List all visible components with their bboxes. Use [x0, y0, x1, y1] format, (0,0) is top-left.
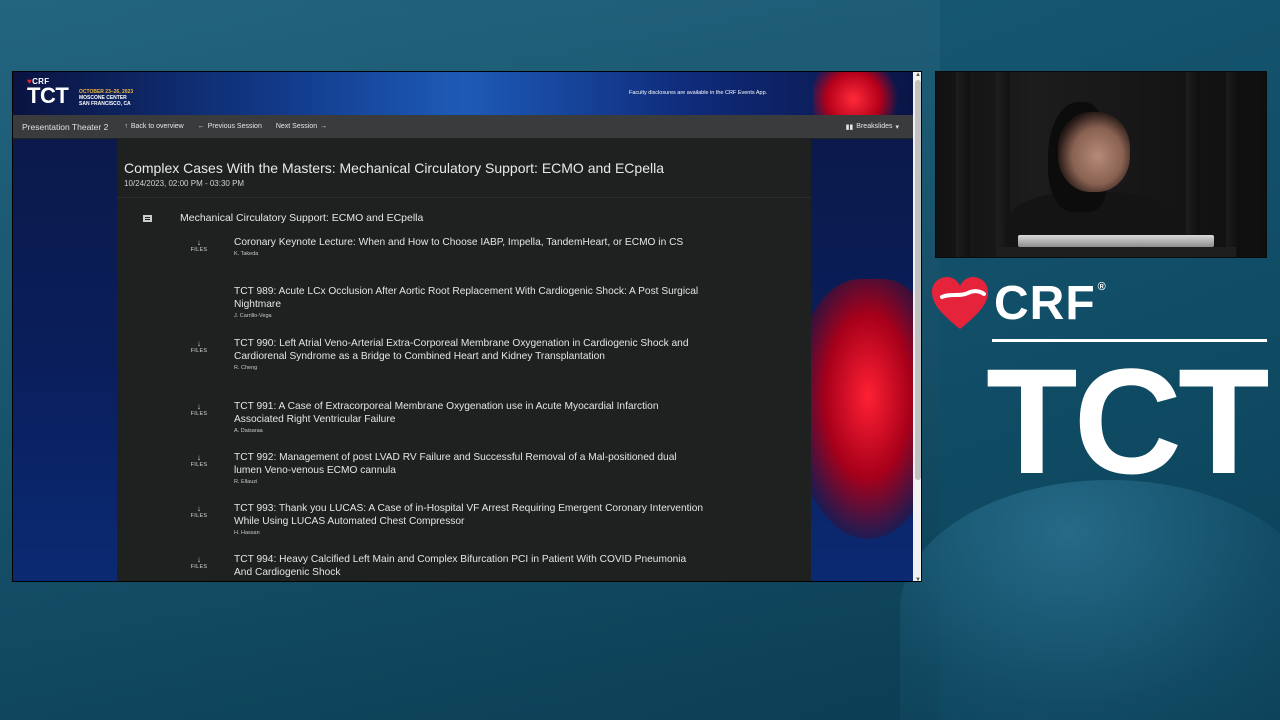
screen-share-window: ♥CRF TCT OCTOBER 23–26, 2023 MOSCONE CEN…: [12, 71, 922, 582]
theatre-name[interactable]: Presentation Theater 2: [13, 122, 117, 132]
download-arrow-icon: ↓: [196, 555, 202, 564]
download-arrow-icon: ↓: [196, 238, 202, 247]
arrow-left-icon: ←: [197, 123, 205, 130]
banner-tct-label: TCT: [27, 83, 69, 108]
anatomical-heart-graphic: [793, 279, 913, 539]
session-title: Complex Cases With the Masters: Mechanic…: [124, 160, 664, 176]
talk-title[interactable]: TCT 993: Thank you LUCAS: A Case of in-H…: [234, 502, 704, 528]
talk-author: K. Takeda: [234, 251, 259, 257]
banner-event-info: OCTOBER 23–26, 2023 MOSCONE CENTER SAN F…: [79, 89, 133, 107]
next-session-label: Next Session: [275, 123, 318, 130]
files-download[interactable]: ↓ FILES: [187, 555, 211, 570]
download-arrow-icon: ↓: [196, 339, 202, 348]
crf-logo: CRF ®: [930, 275, 1106, 331]
download-arrow-icon: ↓: [196, 402, 202, 411]
session-content-area: Complex Cases With the Masters: Mechanic…: [13, 139, 913, 581]
talk-title[interactable]: TCT 991: A Case of Extracorporeal Membra…: [234, 400, 704, 426]
talk-author: R. Ellauzi: [234, 479, 258, 485]
talk-title[interactable]: TCT 990: Left Atrial Veno-Arterial Extra…: [234, 337, 704, 363]
talk-author: A. Daisaraa: [234, 428, 263, 434]
speaker-face: [1058, 112, 1130, 192]
scroll-down-icon[interactable]: ▼: [913, 577, 921, 581]
next-session-link[interactable]: Next Session →: [269, 123, 334, 130]
crf-wordmark: CRF: [994, 276, 1096, 330]
talk-item[interactable]: ↓ FILES TCT 994: Heavy Calcified Left Mai…: [187, 553, 787, 579]
faculty-disclosure-notice: Faculty disclosures are available in the…: [629, 90, 768, 96]
podium: [996, 247, 1236, 257]
talk-item[interactable]: ↓ FILES TCT 992: Management of post LVAD …: [187, 451, 787, 485]
talk-title[interactable]: TCT 992: Management of post LVAD RV Fail…: [234, 451, 704, 477]
registered-mark: ®: [1097, 281, 1106, 293]
session-navbar: Presentation Theater 2 ↑ Back to overvie…: [13, 115, 913, 139]
arrow-up-icon: ↑: [124, 123, 128, 130]
breakslides-dropdown[interactable]: ▮▮ Breakslides ▾: [846, 123, 913, 131]
talk-author: J. Carrillo-Vega: [234, 313, 272, 319]
talk-title[interactable]: TCT 989: Acute LCx Occlusion After Aorti…: [234, 285, 704, 311]
crf-heart-icon: [932, 277, 988, 329]
talk-item[interactable]: ↓ FILES Coronary Keynote Lecture: When an…: [187, 236, 787, 257]
previous-session-link[interactable]: ← Previous Session: [191, 123, 269, 130]
back-to-overview-label: Back to overview: [130, 123, 184, 130]
talk-title[interactable]: Coronary Keynote Lecture: When and How t…: [234, 236, 704, 249]
arrow-right-icon: →: [320, 123, 328, 130]
talk-title[interactable]: TCT 994: Heavy Calcified Left Main and C…: [234, 553, 704, 579]
event-city: SAN FRANCISCO, CA: [79, 101, 131, 107]
talk-author: R. Cheng: [234, 365, 258, 371]
session-panel: Complex Cases With the Masters: Mechanic…: [117, 139, 811, 581]
caret-down-icon: ▾: [895, 123, 899, 131]
talk-item[interactable]: ↓ FILES TCT 991: A Case of Extracorporeal…: [187, 400, 787, 434]
event-banner: ♥CRF TCT OCTOBER 23–26, 2023 MOSCONE CEN…: [13, 72, 913, 115]
scrollbar-thumb[interactable]: [915, 80, 921, 480]
breakslides-label: Breakslides: [856, 123, 893, 130]
files-download[interactable]: ↓ FILES: [187, 402, 211, 417]
files-download[interactable]: ↓ FILES: [187, 504, 211, 519]
talk-author: H. Hassan: [234, 530, 260, 536]
files-download[interactable]: ↓ FILES: [187, 238, 211, 253]
divider: [117, 197, 811, 198]
files-download[interactable]: ↓ FILES: [187, 339, 211, 354]
talk-item[interactable]: ↓ FILES TCT 993: Thank you LUCAS: A Case …: [187, 502, 787, 536]
download-arrow-icon: ↓: [196, 504, 202, 513]
talk-item[interactable]: ↓ FILES TCT 990: Left Atrial Veno-Arteria…: [187, 337, 787, 371]
columns-icon: ▮▮: [845, 123, 854, 131]
files-download[interactable]: ↓ FILES: [187, 453, 211, 468]
session-datetime: 10/24/2023, 02:00 PM - 03:30 PM: [124, 179, 245, 188]
vertical-scrollbar[interactable]: ▲ ▼: [913, 72, 921, 581]
banner-heart-graphic: [813, 72, 903, 115]
tct-wordmark: TCT: [986, 337, 1270, 505]
list-icon: [143, 214, 152, 222]
section-title: Mechanical Circulatory Support: ECMO and…: [180, 212, 424, 224]
back-to-overview-link[interactable]: ↑ Back to overview: [117, 123, 190, 130]
scroll-up-icon[interactable]: ▲: [913, 72, 921, 78]
download-arrow-icon: ↓: [196, 453, 202, 462]
podium-monitor: [1018, 235, 1214, 247]
talk-item[interactable]: TCT 989: Acute LCx Occlusion After Aorti…: [187, 285, 787, 319]
session-section[interactable]: Mechanical Circulatory Support: ECMO and…: [143, 212, 423, 224]
background-hill: [900, 480, 1280, 720]
banner-logo[interactable]: ♥CRF TCT: [27, 77, 69, 108]
speaker-video: [935, 71, 1267, 258]
previous-session-label: Previous Session: [207, 123, 262, 130]
